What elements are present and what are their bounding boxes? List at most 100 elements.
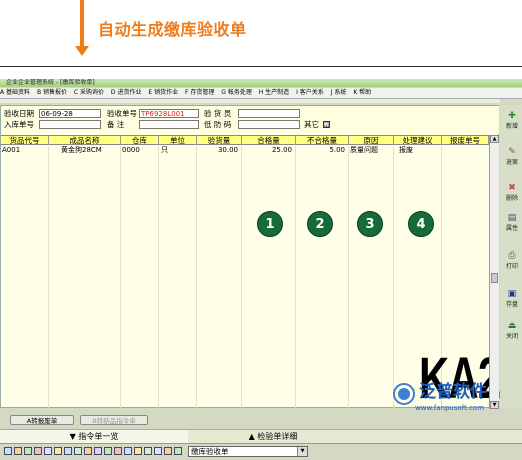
taskbar-app-icon[interactable] (144, 447, 152, 455)
grid-line (158, 146, 159, 410)
vertical-scrollbar[interactable]: ▲ ▼ (489, 135, 499, 409)
cell-inspected-qty[interactable]: 30.00 (197, 146, 240, 155)
sidebar-save-button[interactable]: ▣ 存盘 (502, 289, 522, 315)
remark-label: 备 注 (107, 120, 125, 129)
marker-3: 3 (357, 211, 383, 237)
scroll-up-icon[interactable]: ▲ (490, 135, 499, 143)
sidebar-label: 关闭 (505, 333, 518, 340)
sidebar-add-button[interactable]: ✚ 新增 (502, 111, 522, 137)
sidebar-label: 删除 (505, 195, 518, 202)
window-title: 企业企业管理系统 - [缴库验收单] (0, 79, 522, 87)
taskbar: 缴库验收单 ▼ (0, 443, 522, 460)
sidebar-delete-button[interactable]: ✖ 删除 (502, 183, 522, 209)
logo-dot-icon (398, 388, 410, 400)
taskbar-app-icon[interactable] (74, 447, 82, 455)
to-instruction-button[interactable]: B转新品指令单 (80, 415, 148, 425)
column-header-unit[interactable]: 单位 (159, 136, 197, 145)
action-sidebar: ✚ 新增 ✎ 退案 ✖ 删除 ▤ 属性 ⎙ 打印 ▣ 存盘 ⏏ 关闭 (500, 105, 522, 408)
save-icon: ▣ (507, 289, 517, 299)
cell-qualified-qty[interactable]: 25.00 (242, 146, 294, 155)
menu-item-system[interactable]: J 系统 (331, 89, 347, 96)
order-no-field[interactable]: TP6928L001 (139, 109, 199, 118)
bottom-button-bar: A转报废单 B转新品指令单 (0, 414, 522, 426)
other-checkbox[interactable]: ☑ (323, 121, 330, 129)
taskbar-app-icon[interactable] (174, 447, 182, 455)
menu-item-help[interactable]: K 帮助 (353, 89, 371, 96)
remark-field[interactable] (139, 120, 199, 129)
taskbar-app-icon[interactable] (124, 447, 132, 455)
taskbar-app-icon[interactable] (64, 447, 72, 455)
taskbar-app-icon[interactable] (34, 447, 42, 455)
chevron-down-icon[interactable]: ▼ (297, 447, 307, 456)
cell-product[interactable]: 黄金狗28CM (61, 146, 121, 155)
scroll-thumb[interactable] (491, 273, 498, 283)
menu-item-accounts[interactable]: G 帐务处理 (221, 89, 252, 96)
taskbar-app-icon[interactable] (154, 447, 162, 455)
cell-warehouse[interactable]: 0000 (122, 146, 158, 155)
menu-bar: A 基础资料 B 销售报价 C 采购询价 D 进货作业 E 销货作业 F 存货管… (0, 88, 522, 99)
sidebar-print-button[interactable]: ⎙ 打印 (502, 251, 522, 277)
tab-inspection-detail[interactable]: ▲ 检验单详细 (188, 430, 358, 443)
cell-reason[interactable]: 质量问题 (350, 146, 393, 155)
inbound-no-field[interactable] (39, 120, 101, 129)
to-report-button[interactable]: A转报废单 (10, 415, 74, 425)
cell-code[interactable]: A001 (2, 146, 48, 155)
sidebar-properties-button[interactable]: ▤ 属性 (502, 213, 522, 239)
taskbar-app-icon[interactable] (114, 447, 122, 455)
taskbar-app-icon[interactable] (134, 447, 142, 455)
taskbar-app-icon[interactable] (104, 447, 112, 455)
inspector-field[interactable] (238, 109, 300, 118)
cell-unqualified-qty[interactable]: 5.00 (296, 146, 347, 155)
menu-item-inventory[interactable]: F 存货管理 (185, 89, 214, 96)
sidebar-label: 打印 (505, 263, 518, 270)
column-header-code[interactable]: 货品代号 (1, 136, 49, 145)
taskbar-app-icon[interactable] (84, 447, 92, 455)
menu-item-crm[interactable]: I 客户关系 (296, 89, 324, 96)
tab-instruction-list[interactable]: ▼ 指令单一览 (0, 430, 188, 443)
column-header-warehouse[interactable]: 仓库 (121, 136, 159, 145)
sidebar-edit-button[interactable]: ✎ 退案 (502, 147, 522, 173)
brand-logo: 泛普软件 www.fanpusoft.com (393, 381, 522, 415)
module-select[interactable]: 缴库验收单 ▼ (188, 446, 308, 457)
taskbar-app-icon[interactable] (4, 447, 12, 455)
sidebar-close-button[interactable]: ⏏ 关闭 (502, 321, 522, 347)
menu-item-base[interactable]: A 基础资料 (0, 89, 30, 96)
anti-code-label: 低 防 码 (204, 120, 232, 129)
column-header-scrap-no[interactable]: 报废单号 (442, 136, 489, 145)
column-header-product[interactable]: 成品名称 (49, 136, 121, 145)
marker-4: 4 (408, 211, 434, 237)
column-header-reason[interactable]: 原因 (349, 136, 394, 145)
grid-line (241, 146, 242, 410)
menu-item-sales[interactable]: E 销货作业 (148, 89, 178, 96)
cell-suggestion[interactable]: 报废 (399, 146, 441, 155)
detail-grid: 货品代号 成品名称 仓库 单位 验货量 合格量 不合格量 原因 处理建议 报废单… (1, 135, 501, 410)
grid-line (295, 146, 296, 410)
grid-line (348, 146, 349, 410)
date-label: 验收日期 (4, 109, 34, 118)
taskbar-app-icon[interactable] (94, 447, 102, 455)
inbound-no-label: 入库单号 (4, 120, 34, 129)
marker-1: 1 (257, 211, 283, 237)
taskbar-app-icon[interactable] (164, 447, 172, 455)
anti-code-field[interactable] (238, 120, 300, 129)
cell-unit[interactable]: 只 (161, 146, 195, 155)
divider (0, 66, 522, 67)
menu-item-purchase[interactable]: D 进货作业 (111, 89, 142, 96)
date-field[interactable]: 06-09-28 (39, 109, 101, 118)
column-header-inspected-qty[interactable]: 验货量 (197, 136, 242, 145)
add-icon: ✚ (508, 111, 516, 121)
properties-icon: ▤ (507, 213, 517, 223)
menu-item-production[interactable]: H 生产制造 (259, 89, 289, 96)
menu-item-inquiry[interactable]: C 采购询价 (74, 89, 104, 96)
taskbar-app-icon[interactable] (44, 447, 52, 455)
column-header-suggestion[interactable]: 处理建议 (394, 136, 442, 145)
column-header-qualified-qty[interactable]: 合格量 (242, 136, 296, 145)
taskbar-app-icon[interactable] (14, 447, 22, 455)
cell-scrap-no[interactable] (443, 146, 488, 155)
sidebar-label: 属性 (505, 225, 518, 232)
column-header-unqualified-qty[interactable]: 不合格量 (296, 136, 349, 145)
grid-line (120, 146, 121, 410)
menu-item-quote[interactable]: B 销售报价 (37, 89, 67, 96)
taskbar-app-icon[interactable] (54, 447, 62, 455)
taskbar-app-icon[interactable] (24, 447, 32, 455)
